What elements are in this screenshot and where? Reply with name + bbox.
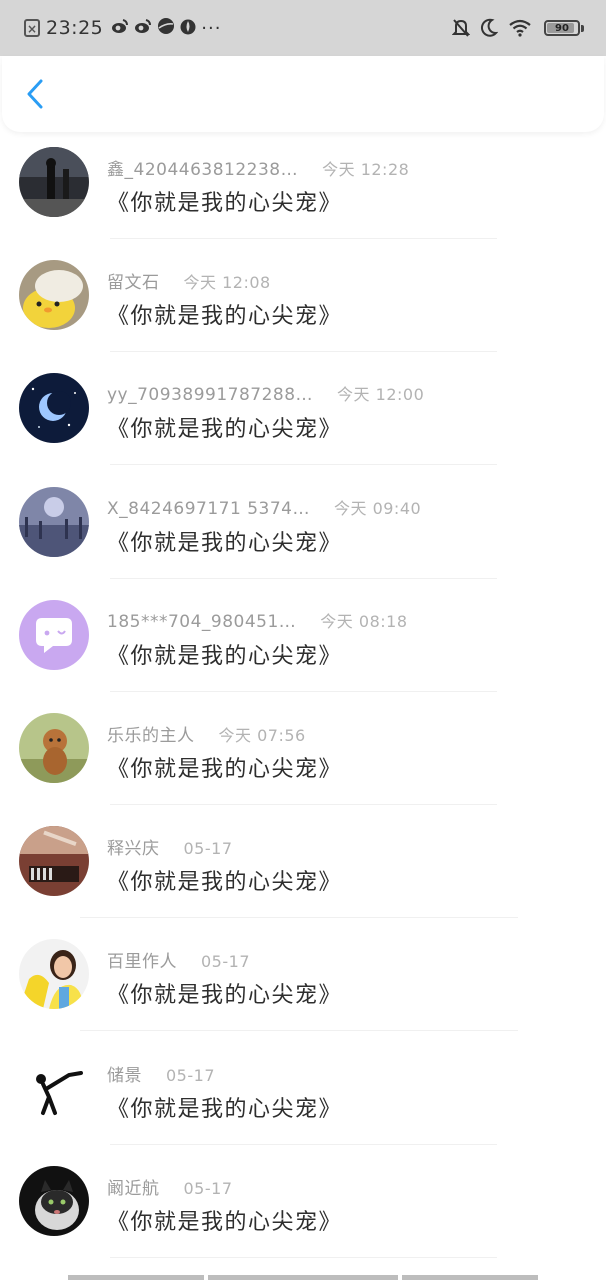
message-time: 05-17	[183, 839, 233, 859]
message-time: 今天 12:28	[322, 160, 410, 179]
divider	[110, 1143, 497, 1145]
message-meta: 释兴庆 05-17	[107, 834, 233, 859]
tab-indicator	[68, 1275, 204, 1280]
username[interactable]: yy_70938991787288…	[107, 385, 313, 405]
message-item[interactable]: X_8424697171 5374… 今天 09:40 《你就是我的心尖宠》	[0, 474, 606, 587]
planet-icon	[157, 17, 175, 39]
username[interactable]: 乐乐的主人	[107, 721, 195, 746]
username[interactable]: 百里作人	[107, 947, 177, 972]
message-time: 05-17	[201, 952, 250, 972]
message-text: 《你就是我的心尖宠》	[107, 870, 343, 896]
message-meta: X_8424697171 5374… 今天 09:40	[107, 495, 421, 519]
status-bar: × 23:25 ··· 90	[0, 0, 606, 56]
dog-avatar[interactable]	[19, 712, 89, 783]
crowd-avatar[interactable]	[19, 486, 89, 557]
message-text: 《你就是我的心尖宠》	[107, 983, 343, 1009]
default-chat-avatar[interactable]	[19, 599, 89, 670]
message-text: 《你就是我的心尖宠》	[107, 191, 343, 216]
moon-night-avatar[interactable]	[19, 373, 89, 444]
username[interactable]: 185***704_980451…	[107, 612, 296, 632]
weibo-icon	[111, 18, 129, 38]
message-list: 鑫_4204463812238… 今天 12:28 《你就是我的心尖宠》 留文石 今天 …	[0, 134, 606, 1266]
concert-stage-avatar[interactable]	[19, 147, 89, 217]
weibo-icon	[134, 18, 152, 38]
message-text: 《你就是我的心尖宠》	[107, 1096, 343, 1122]
message-meta: 185***704_980451… 今天 08:18	[107, 608, 408, 632]
username[interactable]: 释兴庆	[107, 834, 160, 859]
message-meta: 鑫_4204463812238… 今天 12:28	[107, 155, 409, 180]
message-item[interactable]: 乐乐的主人 今天 07:56 《你就是我的心尖宠》	[0, 700, 606, 813]
battery-level: 90	[555, 22, 569, 34]
message-meta: yy_70938991787288… 今天 12:00	[107, 381, 424, 405]
divider	[80, 917, 518, 919]
tab-indicator	[208, 1275, 398, 1280]
message-meta: 乐乐的主人 今天 07:56	[107, 721, 306, 746]
username[interactable]: 留文石	[107, 268, 160, 293]
message-text: 《你就是我的心尖宠》	[107, 304, 343, 330]
username[interactable]: X_8424697171 5374…	[107, 499, 310, 519]
moon-icon	[480, 18, 498, 38]
divider	[110, 238, 497, 239]
message-time: 05-17	[183, 1178, 233, 1198]
bell-off-icon	[452, 18, 470, 38]
divider	[110, 464, 497, 466]
message-time: 今天 08:18	[320, 611, 408, 631]
message-time: 今天 12:08	[183, 273, 271, 293]
message-item[interactable]: 留文石 今天 12:08 《你就是我的心尖宠》	[0, 247, 606, 360]
message-time: 05-17	[166, 1065, 215, 1085]
status-time: 23:25	[46, 17, 104, 39]
message-item[interactable]: 百里作人 05-17 《你就是我的心尖宠》	[0, 926, 606, 1039]
username[interactable]: 阚近航	[107, 1174, 160, 1199]
divider	[110, 803, 497, 805]
divider	[110, 351, 497, 353]
message-item[interactable]: 鑫_4204463812238… 今天 12:28 《你就是我的心尖宠》	[0, 134, 606, 247]
flame-icon	[180, 17, 196, 39]
message-item[interactable]: yy_70938991787288… 今天 12:00 《你就是我的心尖宠》	[0, 360, 606, 473]
divider	[110, 690, 497, 692]
nav-header	[2, 56, 604, 132]
message-meta: 百里作人 05-17	[107, 947, 250, 972]
message-text: 《你就是我的心尖宠》	[107, 530, 343, 556]
stick-figure-avatar[interactable]	[19, 1052, 89, 1123]
username[interactable]: 储景	[107, 1061, 142, 1086]
chevron-left-icon	[27, 79, 43, 109]
close-box-icon: ×	[24, 19, 40, 37]
message-item[interactable]: 储景 05-17 《你就是我的心尖宠》	[0, 1040, 606, 1153]
tab-indicator	[402, 1275, 538, 1280]
back-button[interactable]	[20, 74, 50, 114]
message-time: 今天 12:00	[337, 385, 425, 405]
more-notifications: ···	[201, 17, 222, 39]
username[interactable]: 鑫_4204463812238…	[107, 155, 298, 180]
cat-avatar[interactable]	[19, 1165, 89, 1236]
message-meta: 留文石 今天 12:08	[107, 268, 271, 293]
girl-avatar[interactable]	[19, 939, 89, 1010]
message-text: 《你就是我的心尖宠》	[107, 1209, 343, 1235]
divider	[80, 1030, 518, 1032]
message-item[interactable]: 185***704_980451… 今天 08:18 《你就是我的心尖宠》	[0, 587, 606, 700]
message-meta: 阚近航 05-17	[107, 1174, 233, 1199]
message-text: 《你就是我的心尖宠》	[107, 756, 343, 782]
message-meta: 储景 05-17	[107, 1061, 215, 1086]
message-time: 今天 07:56	[218, 725, 306, 745]
wifi-icon	[508, 19, 532, 37]
divider	[110, 577, 497, 579]
message-text: 《你就是我的心尖宠》	[107, 643, 343, 669]
piano-avatar[interactable]	[19, 826, 89, 897]
battery-icon: 90	[544, 20, 580, 36]
message-item[interactable]: 释兴庆 05-17 《你就是我的心尖宠》	[0, 813, 606, 926]
chick-avatar[interactable]	[19, 260, 89, 331]
message-text: 《你就是我的心尖宠》	[107, 417, 343, 443]
divider	[110, 1256, 497, 1258]
message-time: 今天 09:40	[333, 498, 422, 518]
message-item[interactable]: 阚近航 05-17 《你就是我的心尖宠》	[0, 1153, 606, 1266]
